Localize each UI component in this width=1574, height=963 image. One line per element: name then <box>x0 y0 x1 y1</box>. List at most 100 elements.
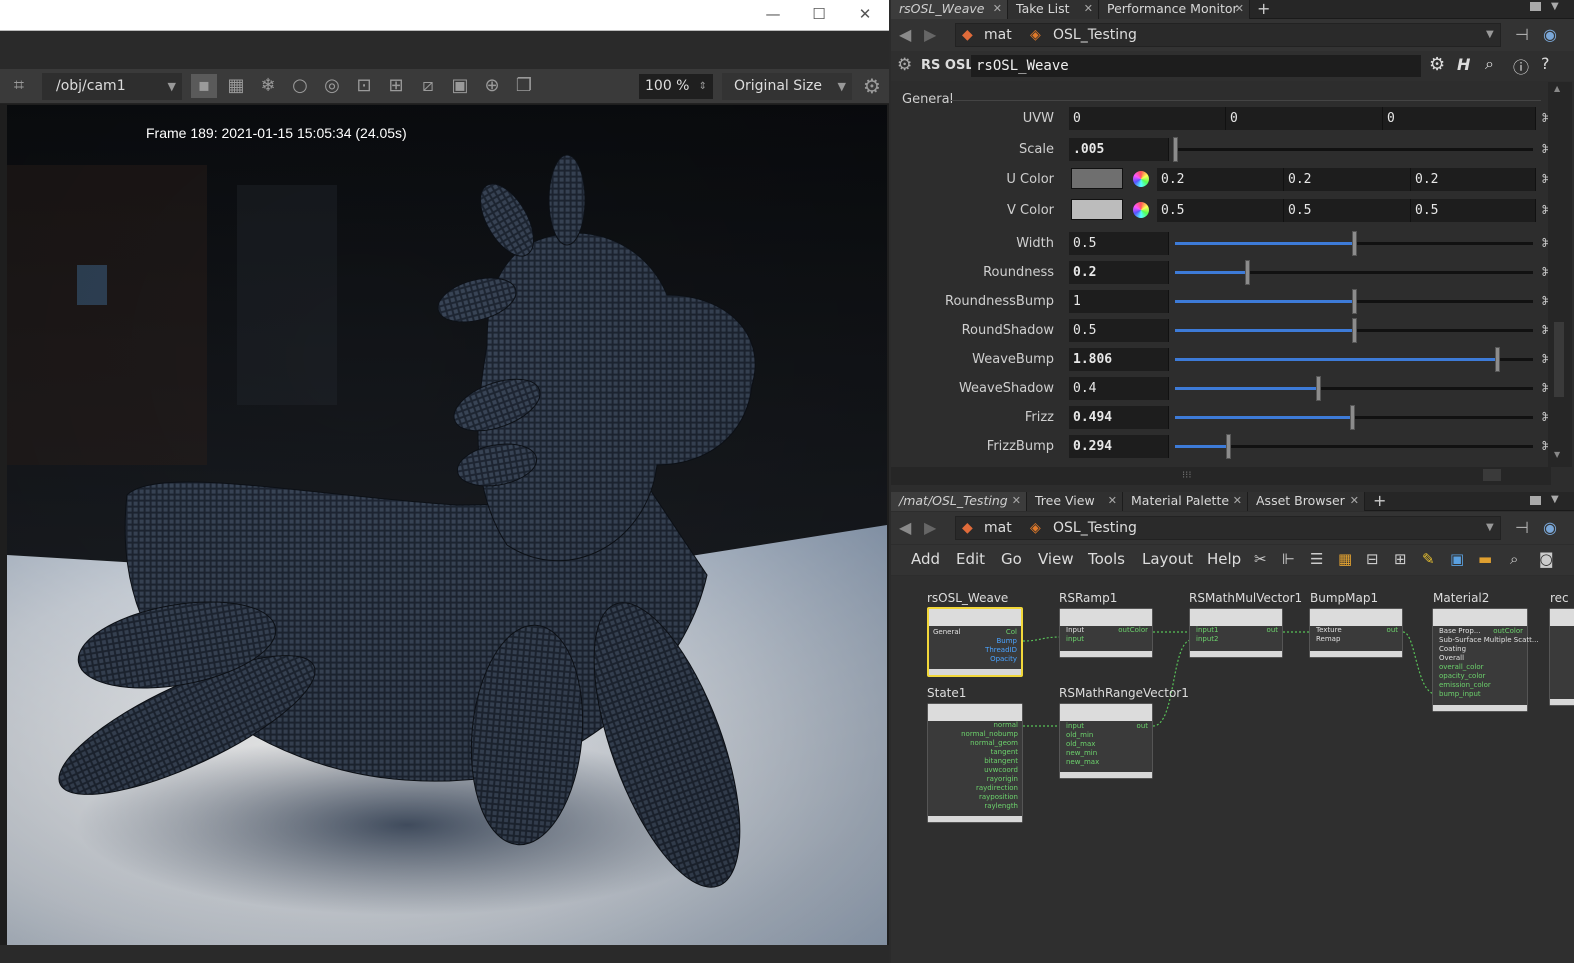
path-field[interactable]: ◆ mat ◈ OSL_Testing ▼ <box>955 516 1501 540</box>
input-port[interactable]: Coating <box>1439 645 1466 653</box>
stepper-icon[interactable]: ⇕ <box>699 74 707 99</box>
input-port[interactable]: input <box>1066 722 1084 730</box>
path-field[interactable]: ◆ mat ◈ OSL_Testing ▼ <box>955 23 1501 47</box>
param-slider[interactable] <box>1175 376 1533 401</box>
network-editor[interactable]: rsOSL_Weave General Col Bump ThreadID Op… <box>891 576 1574 963</box>
chevron-down-icon[interactable]: ▼ <box>1551 494 1559 505</box>
tree-icon[interactable]: ⊩ <box>1282 550 1295 568</box>
help-icon[interactable]: ? <box>1541 54 1550 73</box>
output-port[interactable]: bitangent <box>984 757 1018 765</box>
close-icon[interactable]: ✕ <box>993 0 1002 18</box>
output-port[interactable]: outColor <box>1493 627 1523 635</box>
color-wheel-icon[interactable] <box>1133 171 1149 187</box>
box-icon[interactable]: ▬ <box>1478 550 1492 568</box>
v-color-b-field[interactable]: 0.5 <box>1411 199 1536 222</box>
gear-icon[interactable]: ⚙ <box>1429 54 1445 75</box>
output-port[interactable]: out <box>1137 722 1148 730</box>
u-color-b-field[interactable]: 0.2 <box>1411 168 1536 191</box>
u-color-swatch[interactable] <box>1071 168 1123 189</box>
param-slider[interactable] <box>1175 347 1533 372</box>
scale-field[interactable]: .005 <box>1069 138 1169 161</box>
back-icon[interactable]: ◀ <box>899 518 911 537</box>
tab-material-palette[interactable]: Material Palette ✕ <box>1123 492 1248 511</box>
slider-handle[interactable] <box>1349 405 1355 430</box>
node-rsmathmulvector1[interactable]: input1 input2 out <box>1189 608 1283 658</box>
tab-network-path[interactable]: /mat/OSL_Testing ✕ <box>891 492 1027 511</box>
close-icon[interactable]: ✕ <box>1233 492 1242 510</box>
input-port[interactable]: bump_input <box>1439 690 1481 698</box>
pane-menu-icon[interactable] <box>1530 2 1541 11</box>
minimize-button[interactable]: — <box>750 0 796 30</box>
slider-handle[interactable] <box>1173 137 1178 162</box>
slider-handle[interactable] <box>1244 260 1250 285</box>
path-network[interactable]: mat <box>984 517 1012 539</box>
slider-handle[interactable] <box>1316 376 1322 401</box>
output-port[interactable]: out <box>1387 626 1398 634</box>
node-material2[interactable]: Base Prop... Sub-Surface Multiple Scatt.… <box>1432 608 1539 712</box>
input-port[interactable]: new_max <box>1066 758 1099 766</box>
color-wheel-icon[interactable] <box>1133 202 1149 218</box>
output-port[interactable]: normal_geom <box>970 739 1018 747</box>
tab-performance-monitor[interactable]: Performance Monitor ✕ <box>1099 0 1250 19</box>
tab-asset-browser[interactable]: Asset Browser ✕ <box>1248 492 1365 511</box>
hscroll-thumb[interactable] <box>1483 469 1501 481</box>
path-node[interactable]: OSL_Testing <box>1053 517 1137 539</box>
menu-go[interactable]: Go <box>1001 550 1022 568</box>
forward-icon[interactable]: ▶ <box>924 518 936 537</box>
input-port[interactable]: input2 <box>1196 635 1218 643</box>
u-color-g-field[interactable]: 0.2 <box>1284 168 1411 191</box>
resize-grip-icon[interactable]: ⁝⁝⁝ <box>1182 470 1192 481</box>
gear-icon[interactable]: ⚙ <box>897 55 912 75</box>
output-port[interactable]: rayorigin <box>987 775 1018 783</box>
output-port[interactable]: normal_nobump <box>961 730 1018 738</box>
param-slider[interactable] <box>1175 318 1533 343</box>
uvw-x-field[interactable]: 0 <box>1069 107 1226 130</box>
input-port[interactable]: emission_color <box>1439 681 1491 689</box>
region-icon[interactable]: ⊞ <box>383 74 409 98</box>
param-value-field[interactable]: 1 <box>1069 290 1169 313</box>
layout-icon[interactable]: ⊞ <box>1394 550 1407 568</box>
v-color-swatch[interactable] <box>1071 199 1123 220</box>
output-port[interactable]: outColor <box>1118 626 1148 634</box>
image-icon[interactable]: ▣ <box>1450 550 1464 568</box>
add-tab-icon[interactable]: + <box>1257 0 1270 18</box>
size-mode-select[interactable]: Original Size ▼ <box>722 73 852 100</box>
param-slider[interactable] <box>1175 260 1533 285</box>
param-value-field[interactable]: 0.5 <box>1069 232 1169 255</box>
param-value-field[interactable]: 0.2 <box>1069 261 1169 284</box>
lock-icon[interactable]: ▪ <box>191 74 217 98</box>
search-icon[interactable]: ⌕ <box>1510 550 1518 568</box>
list-icon[interactable]: ☰ <box>1310 550 1323 568</box>
input-port[interactable]: Remap <box>1316 635 1340 643</box>
wrench-icon[interactable]: ✂ <box>1254 550 1267 568</box>
image-icon[interactable]: ▣ <box>447 74 473 98</box>
close-icon[interactable]: ✕ <box>1084 0 1093 18</box>
input-port[interactable]: input <box>1066 635 1084 643</box>
node-partial[interactable] <box>1549 608 1574 706</box>
output-port[interactable]: raydirection <box>976 784 1018 792</box>
scroll-thumb[interactable] <box>1554 322 1564 397</box>
input-port[interactable]: old_max <box>1066 740 1095 748</box>
output-port[interactable]: ThreadID <box>985 646 1017 654</box>
param-value-field[interactable]: 0.5 <box>1069 319 1169 342</box>
uvw-z-field[interactable]: 0 <box>1383 107 1536 130</box>
pin-icon[interactable]: ⊣ <box>1515 518 1529 537</box>
snowflake-icon[interactable]: ❄ <box>255 74 281 98</box>
output-port[interactable]: Bump <box>996 637 1017 645</box>
circle-icon[interactable]: ○ <box>287 74 313 98</box>
add-snapshot-icon[interactable]: ⊕ <box>479 74 505 98</box>
input-port[interactable]: Texture <box>1316 626 1342 634</box>
close-icon[interactable]: ✕ <box>1012 492 1021 510</box>
pane-menu-icon[interactable] <box>1530 496 1541 505</box>
input-port[interactable]: General <box>933 628 961 636</box>
close-icon[interactable]: ✕ <box>1235 0 1244 18</box>
param-slider[interactable] <box>1175 405 1533 430</box>
help-h-icon[interactable]: H <box>1457 55 1470 74</box>
forward-icon[interactable]: ▶ <box>924 25 936 44</box>
tab-take-list[interactable]: Take List ✕ <box>1008 0 1099 19</box>
input-port[interactable]: overall_color <box>1439 663 1484 671</box>
scroll-down-icon[interactable]: ▼ <box>1554 450 1560 459</box>
menu-help[interactable]: Help <box>1207 550 1241 568</box>
info-icon[interactable]: ⓘ <box>1513 54 1529 78</box>
grid-icon[interactable]: ▦ <box>223 74 249 98</box>
